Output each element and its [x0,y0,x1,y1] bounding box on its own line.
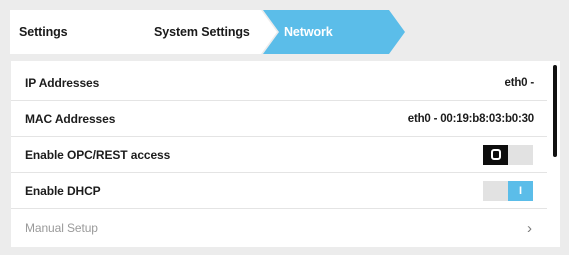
dhcp-label: Enable DHCP [25,183,101,198]
mac-addresses-value: eth0 - 00:19:b8:03:b0:30 [407,112,534,125]
breadcrumb-item-settings[interactable]: Settings [10,10,150,54]
breadcrumb-label: Settings [19,25,68,39]
breadcrumb-label: System Settings [154,25,250,39]
opc-rest-toggle[interactable] [483,144,533,165]
network-settings-panel: IP Addresses eth0 - MAC Addresses eth0 -… [11,61,560,247]
toggle-knob [483,144,508,165]
toggle-knob: I [508,180,533,201]
mac-addresses-label: MAC Addresses [25,111,116,126]
toggle-on-glyph: I [518,184,523,197]
opc-rest-label: Enable OPC/REST access [25,147,171,162]
ip-addresses-value: eth0 - [504,76,535,89]
breadcrumb-item-system-settings[interactable]: System Settings [130,10,280,54]
opc-rest-row: Enable OPC/REST access [11,137,547,173]
dhcp-row: Enable DHCP I [11,173,547,209]
manual-setup-label: Manual Setup [25,221,98,235]
ip-addresses-row[interactable]: IP Addresses eth0 - [11,65,547,101]
toggle-off-glyph [490,149,501,160]
mac-addresses-row[interactable]: MAC Addresses eth0 - 00:19:b8:03:b0:30 [11,101,547,137]
ip-addresses-label: IP Addresses [25,75,100,90]
breadcrumb-label: Network [284,25,333,39]
manual-setup-row[interactable]: Manual Setup › [11,210,547,246]
breadcrumb: Settings System Settings Network [10,10,562,54]
chevron-right-icon: › [527,219,532,237]
breadcrumb-item-network[interactable]: Network [263,10,423,54]
dhcp-toggle[interactable]: I [483,180,533,201]
scrollbar[interactable] [553,65,557,157]
app-frame: Settings System Settings Network IP Addr… [0,0,569,255]
